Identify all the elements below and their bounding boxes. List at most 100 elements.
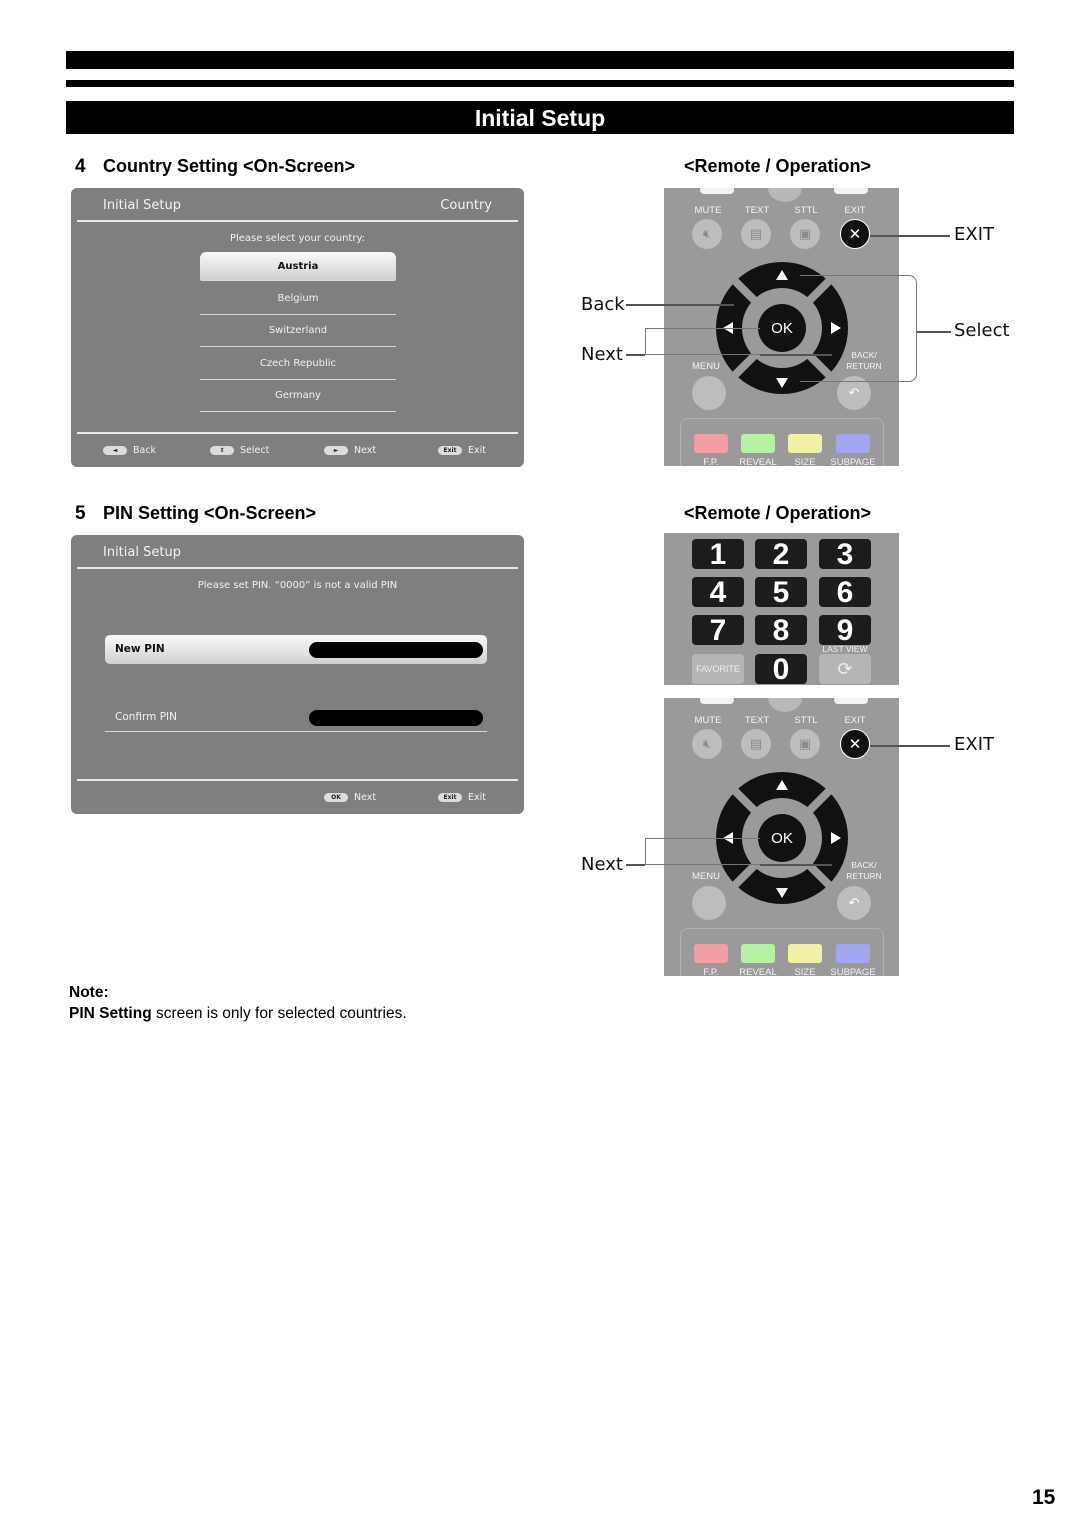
country-option-czech-republic[interactable]: Czech Republic [200,349,396,380]
new-pin-row[interactable]: New PIN [105,635,487,664]
callout-line [870,235,950,237]
blue-key [836,944,870,963]
note-body: screen is only for selected countries. [151,1005,407,1022]
callout-select: Select [954,320,1010,341]
divider [77,567,518,569]
footer-next: ► Next [324,445,376,456]
red-key [694,434,728,453]
exit-key-icon: Exit [438,793,462,802]
remote-navigation-image-2: ⌄ MUTE TEXT STTL EXIT 🔇︎ ▤ ▣ ✕ OK MENU B… [664,698,899,976]
green-key [741,944,775,963]
key-4: 4 [692,577,744,608]
footer-exit-label: Exit [468,445,486,456]
step4-title: Country Setting <On-Screen> [103,156,356,176]
right-arrow-key-icon: ► [324,446,348,455]
step5-heading: 5 PIN Setting <On-Screen> [75,503,316,525]
step4-heading: 4 Country Setting <On-Screen> [75,156,355,178]
remote-numpad-image: 1 2 3 4 5 6 7 8 9 FAVORITE 0 LAST VIEW ⟳ [664,533,899,685]
callout-line [917,331,951,333]
screen-title: Initial Setup [103,198,181,213]
callout-exit: EXIT [954,224,995,245]
exit-key-icon: Exit [438,446,462,455]
footer-divider [77,779,518,781]
step5-remote-heading: <Remote / Operation> [684,503,872,523]
fp-label: F.P. [703,457,719,466]
left-arrow-key-icon: ◄ [103,446,127,455]
key-6: 6 [819,577,871,608]
callout-bracket [645,838,760,865]
red-key [694,944,728,963]
updown-arrow-key-icon: ⇕ [210,446,234,455]
green-key [741,434,775,453]
key-9: 9 [819,615,871,646]
footer-exit: Exit Exit [438,792,486,803]
note-bold: PIN Setting [69,1005,152,1022]
key-2: 2 [755,539,807,570]
blue-key [836,434,870,453]
step5-number: 5 [75,503,86,524]
key-0: 0 [755,654,807,685]
return-icon: ↶ [837,886,871,920]
menu-button-icon [692,376,726,410]
size-label: SIZE [794,967,816,976]
key-3: 3 [819,539,871,570]
confirm-pin-row[interactable]: Confirm PIN [105,703,487,732]
reveal-label: REVEAL [739,967,777,976]
back-return-label: BACK/ RETURN [846,860,882,881]
new-pin-field[interactable] [309,642,483,658]
ok-key-icon: OK [324,793,348,802]
callout-bracket [645,328,760,355]
footer-exit-label: Exit [468,792,486,803]
note-text: PIN Setting screen is only for selected … [69,1005,407,1023]
country-option-austria[interactable]: Austria [200,252,396,281]
subpage-label: SUBPAGE [830,967,876,976]
confirm-pin-field[interactable] [309,710,483,726]
callout-line [626,354,645,356]
footer-back-label: Back [133,445,157,456]
pin-prompt: Please set PIN. “0000” is not a valid PI… [197,580,398,591]
page-number: 15 [1032,1486,1056,1509]
last-view-label: LAST VIEW [822,644,868,654]
favorite-key: FAVORITE [692,654,744,684]
country-option-germany[interactable]: Germany [200,381,396,412]
key-5: 5 [755,577,807,608]
section-title: Initial Setup [66,101,1014,134]
callout-next-2: Next [581,854,623,875]
confirm-pin-label: Confirm PIN [115,711,178,723]
subpage-label: SUBPAGE [830,457,876,466]
footer-next-label: Next [354,792,377,803]
new-pin-label: New PIN [115,643,165,655]
footer-exit: Exit Exit [438,445,486,456]
footer-select: ⇕ Select [210,445,269,456]
note-heading: Note: [69,984,109,1001]
menu-button-icon [692,886,726,920]
screen-subtitle: Country [440,198,492,213]
country-option-belgium[interactable]: Belgium [200,284,396,315]
size-label: SIZE [794,457,816,466]
divider [77,220,518,222]
footer-select-label: Select [240,445,270,456]
pin-setting-screen: Initial Setup Please set PIN. “0000” is … [71,535,524,814]
key-1: 1 [692,539,744,570]
country-prompt: Please select your country: [229,233,366,244]
country-setting-screen: Initial Setup Country Please select your… [71,188,524,467]
header-bar-top [66,51,1014,69]
footer-back: ◄ Back [103,445,156,456]
callout-line [626,864,645,866]
ok-label: OK [771,320,793,337]
key-7: 7 [692,615,744,646]
callout-back: Back [581,294,625,315]
callout-line [760,354,832,356]
callout-line [626,304,734,306]
callout-bracket [800,275,917,382]
header-bar-thin [66,80,1014,87]
callout-line [870,745,950,747]
yellow-key [788,434,822,453]
country-option-switzerland[interactable]: Switzerland [200,316,396,347]
ok-label: OK [771,830,793,847]
step4-number: 4 [75,156,86,177]
yellow-key [788,944,822,963]
footer-next: OK Next [324,792,376,803]
screen-title: Initial Setup [103,545,181,560]
reveal-label: REVEAL [739,457,777,466]
